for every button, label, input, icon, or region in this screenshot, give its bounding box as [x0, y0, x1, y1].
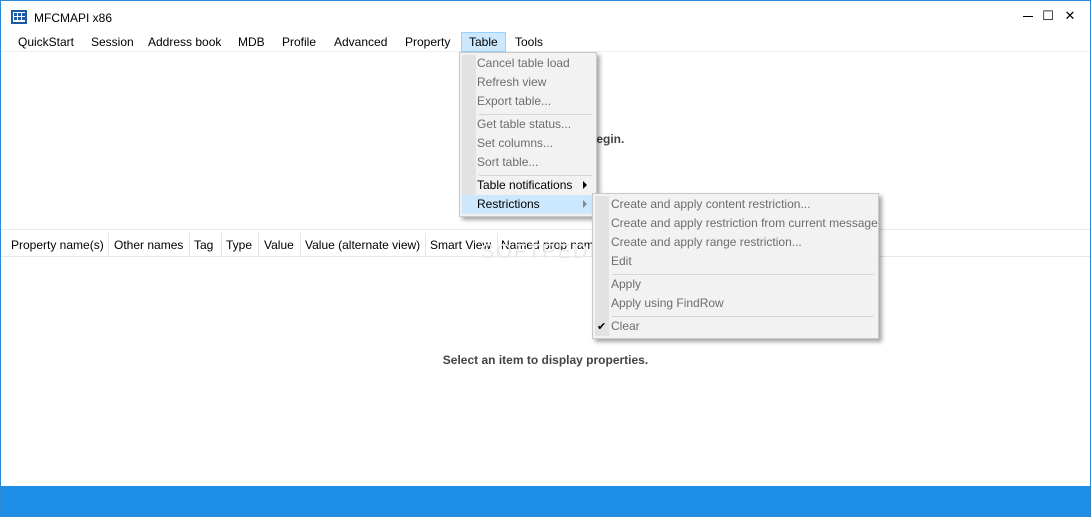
close-icon: ✕ — [1064, 8, 1076, 23]
maximize-button[interactable]: ☐ — [1037, 6, 1059, 26]
window-title: MFCMAPI x86 — [34, 11, 113, 25]
column-tag[interactable]: Tag — [190, 233, 222, 257]
column-property-names[interactable]: Property name(s) — [7, 233, 109, 257]
menu-item-get-table-status[interactable]: Get table status... — [462, 115, 594, 134]
minimize-icon: — — [1023, 10, 1033, 22]
properties-pane-message: Select an item to display properties. — [442, 353, 649, 367]
menu-item-clear[interactable]: Clear — [595, 317, 876, 336]
menu-item-refresh-view[interactable]: Refresh view — [462, 73, 594, 92]
menu-bar: QuickStart Session Address book MDB Prof… — [1, 31, 1090, 52]
close-button[interactable]: ✕ — [1059, 6, 1081, 26]
restrictions-submenu: Create and apply content restriction... … — [592, 193, 879, 339]
status-bar — [1, 486, 1090, 516]
checkmark-icon: ✔ — [597, 321, 607, 333]
menu-session[interactable]: Session — [84, 32, 141, 52]
menu-item-export-table[interactable]: Export table... — [462, 92, 594, 111]
column-value[interactable]: Value — [260, 233, 301, 257]
menu-table[interactable]: Table — [461, 32, 506, 52]
title-bar[interactable]: MFCMAPI x86 — ☐ ✕ — [1, 1, 1090, 31]
menu-advanced[interactable]: Advanced — [327, 32, 394, 52]
menu-mdb[interactable]: MDB — [231, 32, 272, 52]
menu-property[interactable]: Property — [398, 32, 457, 52]
column-value-alternate[interactable]: Value (alternate view) — [301, 233, 426, 257]
menu-item-sort-table[interactable]: Sort table... — [462, 153, 594, 172]
menu-item-restrictions[interactable]: Restrictions — [462, 195, 594, 214]
menu-item-table-notifications[interactable]: Table notifications — [462, 176, 594, 195]
submenu-arrow-icon — [583, 181, 587, 189]
column-other-names[interactable]: Other names — [110, 233, 190, 257]
menu-item-cancel-table-load[interactable]: Cancel table load — [462, 54, 594, 73]
maximize-icon: ☐ — [1042, 8, 1054, 23]
app-window: MFCMAPI x86 — ☐ ✕ QuickStart Session Add… — [0, 0, 1091, 517]
menu-profile[interactable]: Profile — [275, 32, 323, 52]
pane-splitter[interactable] — [1, 229, 1090, 230]
menu-item-set-columns[interactable]: Set columns... — [462, 134, 594, 153]
column-type[interactable]: Type — [222, 233, 259, 257]
menu-item-apply[interactable]: Apply — [595, 275, 876, 294]
menu-address-book[interactable]: Address book — [141, 32, 228, 52]
menu-tools[interactable]: Tools — [508, 32, 550, 52]
menu-item-edit[interactable]: Edit — [595, 252, 876, 271]
table-menu-dropdown: Cancel table load Refresh view Export ta… — [459, 52, 597, 217]
menu-item-content-restriction[interactable]: Create and apply content restriction... — [595, 195, 876, 214]
menu-item-range-restriction[interactable]: Create and apply range restriction... — [595, 233, 876, 252]
menu-item-apply-findrow[interactable]: Apply using FindRow — [595, 294, 876, 313]
minimize-button[interactable]: — — [1017, 6, 1039, 26]
app-grid-icon — [11, 10, 27, 24]
menu-quickstart[interactable]: QuickStart — [11, 32, 81, 52]
submenu-arrow-icon — [583, 200, 587, 208]
menu-item-restriction-from-message[interactable]: Create and apply restriction from curren… — [595, 214, 878, 233]
